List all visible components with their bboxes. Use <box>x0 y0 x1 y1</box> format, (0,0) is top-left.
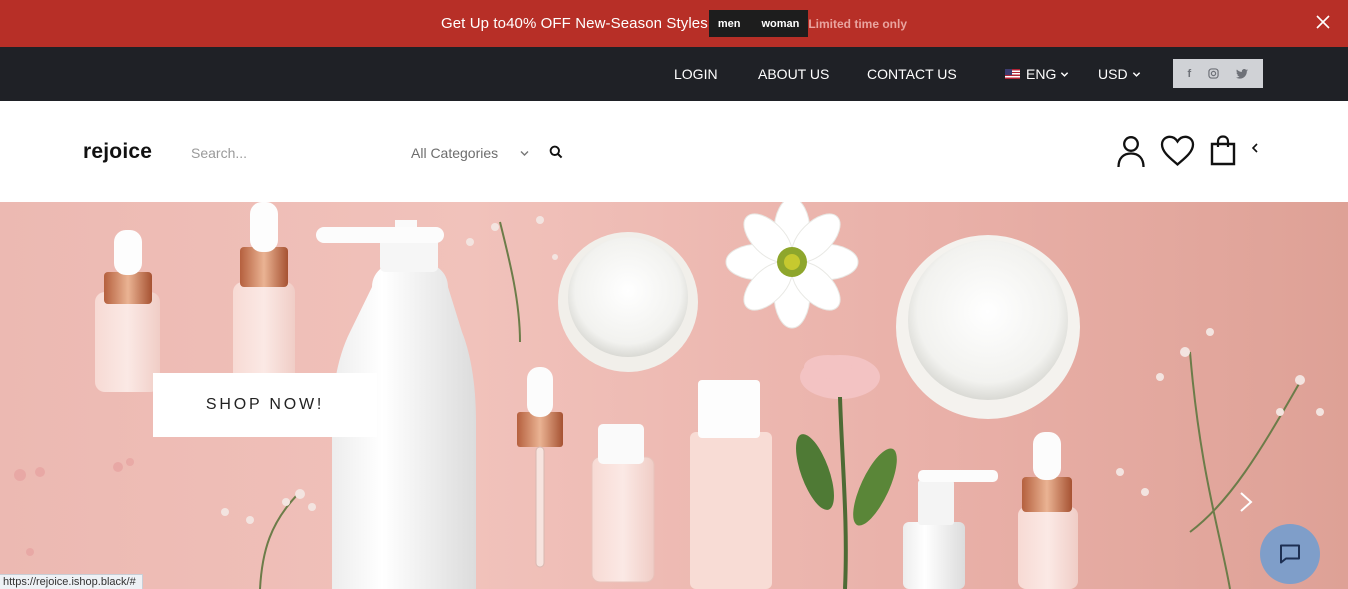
chevron-down-icon <box>1061 71 1069 77</box>
site-logo[interactable]: rejoice <box>83 140 152 164</box>
bag-icon[interactable] <box>1210 135 1236 166</box>
chevron-left-icon[interactable] <box>1250 142 1260 154</box>
chevron-right-icon[interactable] <box>1236 490 1256 514</box>
language-selector[interactable]: ENG <box>1005 66 1069 82</box>
close-icon[interactable] <box>1312 11 1334 33</box>
nav-contact-us[interactable]: CONTACT US <box>867 66 957 82</box>
chevron-down-icon <box>1132 71 1140 77</box>
hero-banner: SHOP NOW! <box>0 202 1348 589</box>
nav-about-us[interactable]: ABOUT US <box>758 66 829 82</box>
twitter-icon[interactable] <box>1236 68 1249 79</box>
facebook-icon[interactable]: f <box>1188 68 1192 80</box>
promo-tag-men[interactable]: men <box>718 18 750 30</box>
chat-button[interactable] <box>1260 524 1320 584</box>
category-label: All Categories <box>411 145 499 161</box>
search-icon[interactable] <box>549 145 563 159</box>
chevron-down-icon[interactable] <box>519 148 530 159</box>
site-header: rejoice All Categories <box>0 101 1348 202</box>
currency-selector[interactable]: USD <box>1098 66 1141 82</box>
promo-tags: men woman <box>708 10 809 37</box>
user-icon[interactable] <box>1116 135 1146 169</box>
shop-now-button[interactable]: SHOP NOW! <box>153 373 377 437</box>
instagram-icon[interactable] <box>1208 68 1220 79</box>
heart-icon[interactable] <box>1160 135 1195 167</box>
currency-label: USD <box>1098 66 1128 82</box>
us-flag-icon <box>1005 69 1020 79</box>
chat-icon <box>1280 544 1300 564</box>
promo-banner: Get Up to40% OFF New-Season Styles men w… <box>0 0 1348 47</box>
top-bar: LOGIN ABOUT US CONTACT US ENG USD f <box>0 47 1348 101</box>
language-label: ENG <box>1026 66 1057 82</box>
promo-tag-woman[interactable]: woman <box>749 18 799 30</box>
status-bar-url: https://rejoice.ishop.black/# <box>0 574 143 589</box>
promo-limited-text: Limited time only <box>808 16 908 31</box>
promo-text: Get Up to40% OFF New-Season Styles <box>440 15 708 32</box>
social-links: f <box>1173 59 1263 88</box>
nav-login[interactable]: LOGIN <box>674 66 718 82</box>
category-select[interactable]: All Categories <box>411 145 498 161</box>
search-input[interactable] <box>191 143 391 163</box>
